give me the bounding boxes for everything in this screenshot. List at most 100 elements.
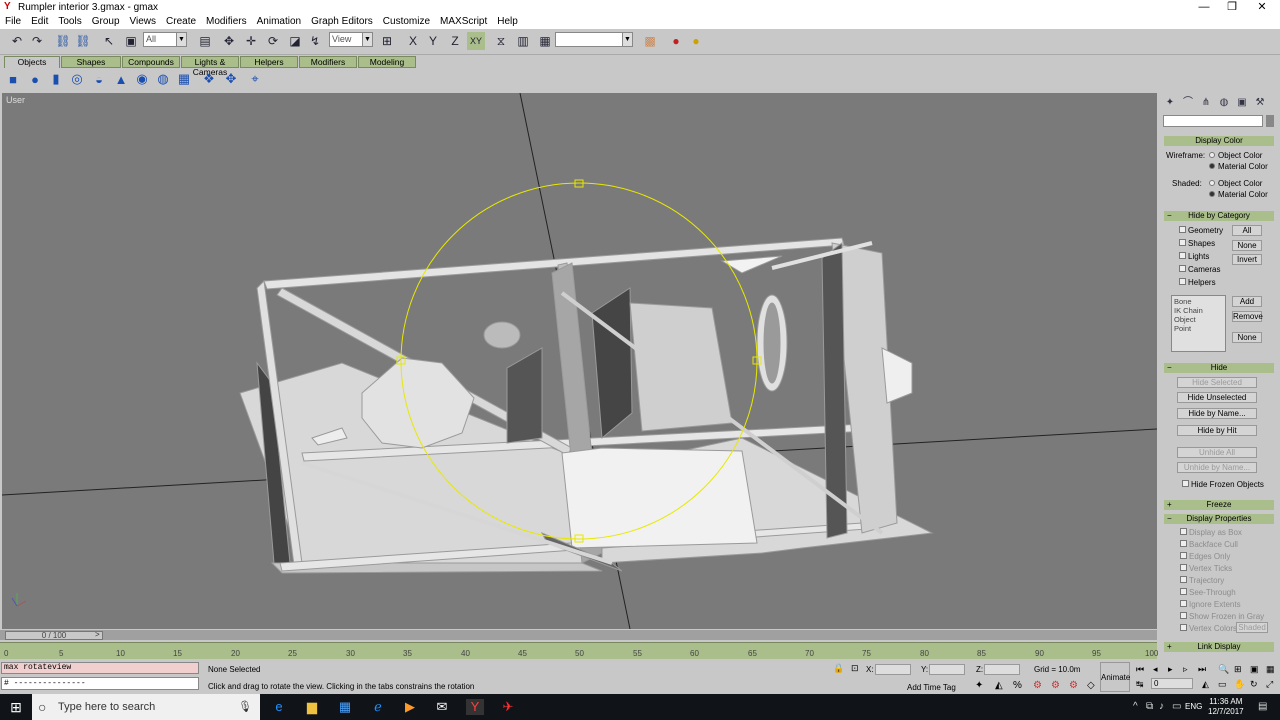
close-button[interactable]: ✕ — [1248, 0, 1276, 14]
menu-help[interactable]: Help — [492, 16, 523, 27]
mirror-snap-icon[interactable]: ⚙ — [1051, 680, 1060, 691]
taskbar-clock[interactable]: 11:36 AM 12/7/2017 — [1208, 697, 1244, 717]
shapes-checkbox[interactable] — [1179, 239, 1186, 246]
vertex-ticks-checkbox[interactable] — [1180, 564, 1187, 571]
gmax-taskbar-icon[interactable]: Y — [466, 699, 484, 715]
hide-by-hit-button[interactable]: Hide by Hit — [1177, 425, 1257, 436]
maxscript-listener-line[interactable]: max rotateview — [1, 662, 199, 674]
zoom-extents-all-icon[interactable]: ▦ — [1266, 664, 1275, 675]
z-coordinate-field[interactable] — [984, 664, 1020, 675]
cone-icon[interactable]: ▲ — [113, 71, 129, 87]
redo-icon[interactable]: ↷ — [28, 32, 46, 50]
network-icon[interactable]: ⧉ — [1146, 701, 1153, 712]
hide-selected-button[interactable]: Hide Selected — [1177, 377, 1257, 388]
current-frame-field[interactable]: 0 — [1151, 678, 1193, 689]
undo-icon[interactable]: ↶ — [8, 32, 26, 50]
y-coordinate-field[interactable] — [929, 664, 965, 675]
add-time-tag[interactable]: Add Time Tag — [907, 683, 956, 692]
unhide-by-name-button[interactable]: Unhide by Name... — [1177, 462, 1257, 473]
scatter-icon[interactable]: ✥ — [223, 71, 239, 87]
reference-coord-dropdown[interactable]: View ▼ — [329, 32, 373, 47]
zoom-all-icon[interactable]: ⊞ — [1234, 664, 1242, 675]
wireframe-object-color-radio[interactable] — [1209, 152, 1215, 158]
geosphere-icon[interactable]: ◉ — [134, 71, 150, 87]
hide-frozen-checkbox[interactable] — [1182, 480, 1189, 487]
wireframe-material-color-radio[interactable] — [1209, 163, 1215, 169]
sphere-icon[interactable]: ● — [27, 71, 43, 87]
tab-lights-cameras[interactable]: Lights & Cameras — [181, 56, 239, 77]
edges-only-checkbox[interactable] — [1180, 552, 1187, 559]
unlink-icon[interactable]: ⛓ — [74, 32, 92, 50]
menu-file[interactable]: File — [0, 16, 26, 27]
pan-icon[interactable]: ✋ — [1234, 679, 1245, 690]
snap-settings-icon[interactable]: ◇ — [1087, 680, 1095, 691]
menu-views[interactable]: Views — [125, 16, 162, 27]
hierarchy-tab-icon[interactable]: ⋔ — [1198, 96, 1214, 110]
show-frozen-gray-checkbox[interactable] — [1180, 612, 1187, 619]
menu-maxscript[interactable]: MAXScript — [435, 16, 492, 27]
add-button[interactable]: Add — [1232, 296, 1262, 307]
teapot-icon[interactable]: ◒ — [91, 71, 107, 87]
hide-unselected-button[interactable]: Hide Unselected — [1177, 392, 1257, 403]
quick-render-icon[interactable]: ● — [687, 32, 705, 50]
input-language[interactable]: ENG — [1185, 702, 1202, 711]
material-editor-icon[interactable]: ▩ — [641, 32, 659, 50]
menu-group[interactable]: Group — [87, 16, 125, 27]
tray-expand-icon[interactable]: ^ — [1133, 701, 1138, 712]
restrict-y-icon[interactable]: Y — [424, 32, 442, 50]
box-icon[interactable]: ■ — [5, 71, 21, 87]
select-manipulate-icon[interactable]: ↯ — [306, 32, 324, 50]
helpers-checkbox[interactable] — [1179, 278, 1186, 285]
arc-rotate-icon[interactable]: ↻ — [1250, 679, 1258, 690]
store-icon[interactable]: ▦ — [336, 699, 354, 715]
battery-icon[interactable]: ▭ — [1172, 701, 1181, 712]
object-name-field[interactable] — [1163, 115, 1263, 127]
pivot-center-icon[interactable]: ⊞ — [378, 32, 396, 50]
minimize-button[interactable]: — — [1190, 0, 1218, 14]
invert-button[interactable]: Invert — [1232, 254, 1262, 265]
menu-edit[interactable]: Edit — [26, 16, 53, 27]
snap-toggle-icon[interactable]: ✦ — [975, 680, 983, 691]
menu-graph-editors[interactable]: Graph Editors — [306, 16, 378, 27]
percent-snap-icon[interactable]: % — [1013, 680, 1022, 691]
goto-start-icon[interactable]: ⏮ — [1136, 664, 1144, 675]
fov-icon[interactable]: ◭ — [1202, 679, 1209, 690]
spinner-snap-icon[interactable]: ⚙ — [1033, 680, 1042, 691]
axis-snap-icon[interactable]: ⚙ — [1069, 680, 1078, 691]
named-selection-dropdown[interactable]: ▼ — [555, 32, 633, 47]
modify-tab-icon[interactable]: ⌒ — [1180, 96, 1196, 110]
rollout-display-properties[interactable]: − Display Properties — [1164, 514, 1274, 524]
panel-scrollbar[interactable] — [1266, 115, 1274, 127]
windows-start-icon[interactable]: ⊞ — [7, 699, 25, 715]
snapshot-icon[interactable]: ⌖ — [247, 71, 263, 87]
trajectory-checkbox[interactable] — [1180, 576, 1187, 583]
tab-modeling[interactable]: Modeling — [358, 56, 416, 68]
zoom-extents-icon[interactable]: ▣ — [1250, 664, 1259, 675]
hide-by-name-button[interactable]: Hide by Name... — [1177, 408, 1257, 419]
next-frame-icon[interactable]: ▹ — [1183, 664, 1188, 675]
vertex-colors-checkbox[interactable] — [1180, 624, 1187, 631]
angle-snap-icon[interactable]: ◭ — [995, 680, 1003, 691]
taskbar-search-box[interactable]: ○ Type here to search 🎙 — [32, 694, 260, 720]
cylinder-icon[interactable]: ▮ — [48, 71, 64, 87]
mirror-icon[interactable]: ⧖ — [492, 32, 510, 50]
maximize-viewport-icon[interactable]: ⤢ — [1266, 679, 1273, 690]
select-region-icon[interactable]: ▣ — [122, 32, 140, 50]
tab-shapes[interactable]: Shapes — [61, 56, 121, 68]
region-zoom-icon[interactable]: ▭ — [1218, 679, 1227, 690]
backface-cull-checkbox[interactable] — [1180, 540, 1187, 547]
named-selection-icon[interactable]: ▦ — [536, 32, 554, 50]
shaded-button[interactable]: Shaded — [1236, 622, 1268, 633]
none-button-2[interactable]: None — [1232, 332, 1262, 343]
edge-browser-icon[interactable]: e — [270, 699, 288, 715]
viewport-user[interactable]: User — [2, 93, 1157, 629]
track-bar[interactable]: 0 5 10 15 20 25 30 35 40 45 50 55 60 65 … — [0, 642, 1158, 659]
notification-icon[interactable]: ▤ — [1258, 701, 1267, 712]
restrict-xy-icon[interactable]: XY — [467, 32, 485, 50]
menu-tools[interactable]: Tools — [53, 16, 86, 27]
geometry-checkbox[interactable] — [1179, 226, 1186, 233]
select-scale-icon[interactable]: ◪ — [286, 32, 304, 50]
rollout-hide[interactable]: − Hide — [1164, 363, 1274, 373]
flight-sim-taskbar-icon[interactable]: ✈ — [499, 699, 517, 715]
media-player-icon[interactable]: ▶ — [401, 699, 419, 715]
